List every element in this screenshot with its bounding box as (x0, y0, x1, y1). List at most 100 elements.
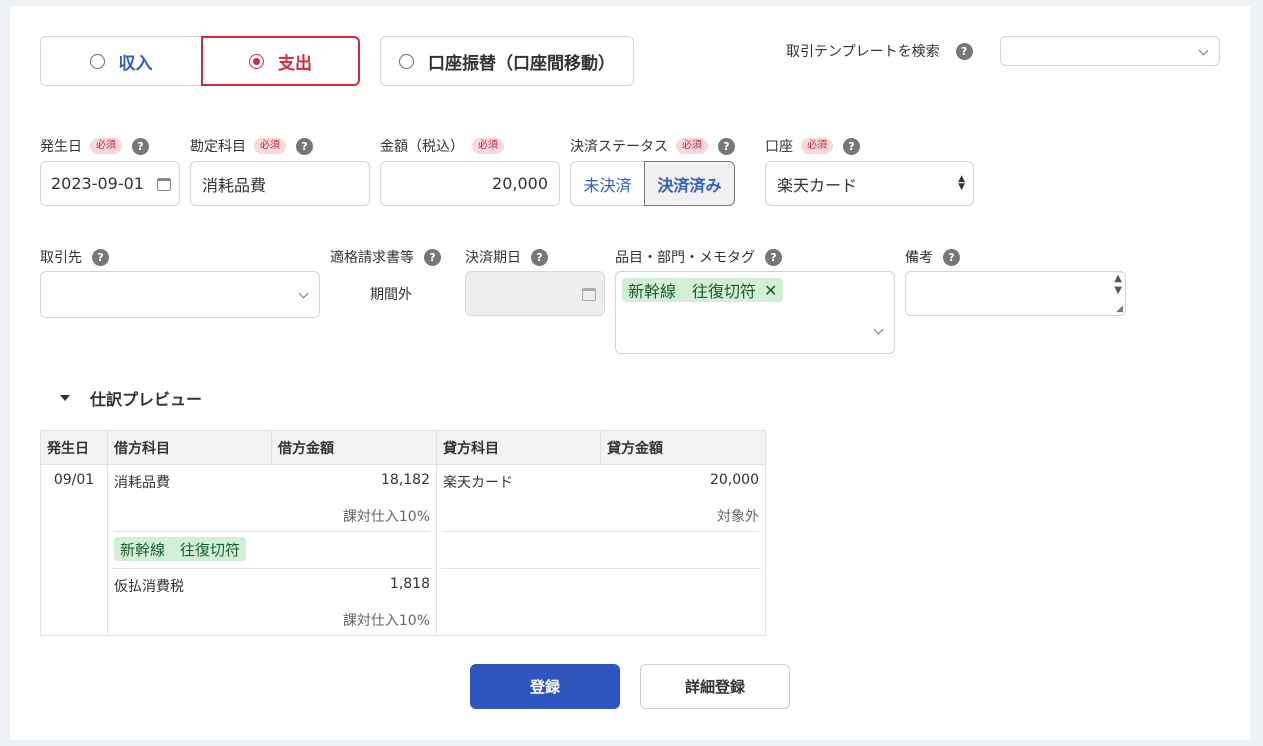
memo-label: 備考 (905, 250, 933, 266)
amount-label-row: 金額（税込） 必須 (380, 136, 504, 156)
help-icon[interactable]: ? (132, 137, 149, 155)
amount-input[interactable]: 20,000 (380, 161, 560, 206)
due-date-label-row: 決済期日 ? (465, 247, 548, 267)
divider (443, 531, 759, 532)
preview-title: 仕訳プレビュー (90, 390, 203, 409)
tag-chip-label: 新幹線 往復切符 (628, 282, 757, 301)
partner-label-row: 取引先 ? (40, 247, 109, 267)
resize-handle-icon[interactable]: ◢ (1116, 304, 1123, 314)
date-value: 2023-09-01 (51, 174, 144, 193)
wallet-select[interactable]: 楽天カード ▲ ▼ (765, 161, 974, 206)
amount-value: 20,000 (492, 174, 548, 193)
date-label-row: 発生日 必須 ? (40, 136, 149, 156)
wallet-label: 口座 (765, 139, 793, 155)
debit-amount: 18,182 (381, 472, 430, 488)
date-input[interactable]: 2023-09-01 (40, 161, 180, 206)
help-icon[interactable]: ? (531, 248, 548, 266)
help-icon[interactable]: ? (943, 248, 960, 266)
partner-label: 取引先 (40, 250, 82, 266)
memo-label-row: 備考 ? (905, 247, 960, 267)
remove-tag-icon[interactable]: ✕ (764, 281, 777, 300)
payment-status-label: 決済ステータス (570, 139, 668, 155)
detail-register-button[interactable]: 詳細登録 (640, 664, 790, 709)
help-icon[interactable]: ? (92, 248, 109, 266)
paid-button[interactable]: 決済済み (644, 161, 735, 206)
tags-label: 品目・部門・メモタグ (615, 250, 755, 266)
income-label: 収入 (118, 53, 153, 74)
account-item-input[interactable]: 消耗品費 (190, 161, 370, 206)
unpaid-button[interactable]: 未決済 (570, 161, 644, 206)
credit-item: 楽天カード (443, 475, 513, 491)
credit-line-1: 楽天カード 20,000 対象外 (441, 465, 761, 569)
required-badge: 必須 (676, 138, 708, 154)
debit-tax: 課対仕入10% (342, 509, 430, 525)
chevron-down-icon (298, 288, 309, 299)
tags-label-row: 品目・部門・メモタグ ? (615, 247, 782, 267)
help-icon[interactable]: ? (424, 248, 441, 266)
payment-status-label-row: 決済ステータス 必須 ? (570, 136, 735, 156)
chevron-down-icon (1198, 45, 1209, 56)
debit-item: 仮払消費税 (114, 579, 184, 595)
template-search-label-row: 取引テンプレートを検索 ? (786, 41, 973, 61)
calendar-icon[interactable] (157, 178, 171, 191)
payment-status-toggle: 未決済 決済済み (570, 161, 735, 206)
spinner-arrows-icon[interactable]: ▲ ▼ (1114, 273, 1122, 297)
preview-toggle[interactable]: 仕訳プレビュー (60, 386, 202, 410)
debit-amount: 1,818 (389, 576, 430, 592)
divider (114, 531, 430, 532)
help-icon[interactable]: ? (955, 42, 973, 60)
table-header-row: 発生日 借方科目 借方金額 貸方科目 貸方金額 (40, 430, 766, 465)
column-header: 借方科目 (107, 430, 272, 465)
required-badge: 必須 (801, 138, 833, 154)
template-search-select[interactable] (1000, 36, 1220, 66)
help-icon[interactable]: ? (296, 137, 313, 155)
debit-tax: 課対仕入10% (342, 613, 430, 629)
transfer-toggle-button[interactable]: 口座振替（口座間移動） (380, 36, 634, 86)
select-arrows-icon: ▲ ▼ (958, 174, 965, 192)
wallet-label-row: 口座 必須 ? (765, 136, 860, 156)
column-header: 貸方金額 (600, 430, 766, 465)
invoice-value: 期間外 (370, 287, 412, 303)
debit-line-2: 仮払消費税 1,818 課対仕入10% (112, 569, 432, 635)
column-header: 貸方科目 (436, 430, 601, 465)
radio-checked-icon (249, 53, 264, 69)
partner-select[interactable] (40, 271, 320, 318)
required-badge: 必須 (254, 138, 286, 154)
due-date-label: 決済期日 (465, 250, 521, 266)
debit-line-1: 消耗品費 18,182 課対仕入10% 新幹線 往復切符 (112, 465, 432, 569)
tag-chip: 新幹線 往復切符 (114, 537, 247, 561)
credit-tax: 対象外 (717, 509, 759, 525)
column-header: 発生日 (40, 430, 108, 465)
credit-cell: 楽天カード 20,000 対象外 (436, 464, 766, 636)
credit-line-2 (441, 569, 761, 635)
radio-unchecked-icon (399, 53, 414, 69)
date-label: 発生日 (40, 139, 82, 155)
required-badge: 必須 (90, 138, 122, 154)
transfer-label: 口座振替（口座間移動） (428, 53, 615, 74)
help-icon[interactable]: ? (718, 137, 735, 155)
amount-label: 金額（税込） (380, 139, 464, 155)
table-row: 09/01 消耗品費 18,182 課対仕入10% 新幹線 往復切符 仮払消費税… (40, 464, 766, 636)
required-badge: 必須 (472, 138, 504, 154)
account-item-label-row: 勘定科目 必須 ? (190, 136, 313, 156)
income-toggle-button[interactable]: 収入 (40, 36, 202, 86)
entry-date: 09/01 (40, 464, 108, 636)
help-icon[interactable]: ? (765, 248, 782, 266)
wallet-value: 楽天カード (777, 175, 858, 195)
help-icon[interactable]: ? (843, 137, 860, 155)
column-header: 借方金額 (271, 430, 437, 465)
tags-multiselect[interactable]: 新幹線 往復切符 ✕ (615, 271, 895, 354)
caret-down-icon (60, 395, 70, 401)
memo-input[interactable]: ▲ ▼ ◢ (905, 271, 1126, 316)
debit-cell: 消耗品費 18,182 課対仕入10% 新幹線 往復切符 仮払消費税 1,818… (107, 464, 437, 636)
invoice-label: 適格請求書等 (330, 250, 414, 266)
calendar-icon (582, 288, 596, 301)
radio-unchecked-icon (89, 53, 105, 69)
register-button[interactable]: 登録 (470, 664, 620, 709)
expense-label: 支出 (278, 53, 312, 74)
tag-chip: 新幹線 往復切符 ✕ (622, 278, 784, 302)
chevron-down-icon (873, 324, 884, 335)
account-item-value: 消耗品費 (202, 175, 267, 195)
due-date-input (465, 271, 605, 316)
expense-toggle-button[interactable]: 支出 (201, 36, 360, 86)
